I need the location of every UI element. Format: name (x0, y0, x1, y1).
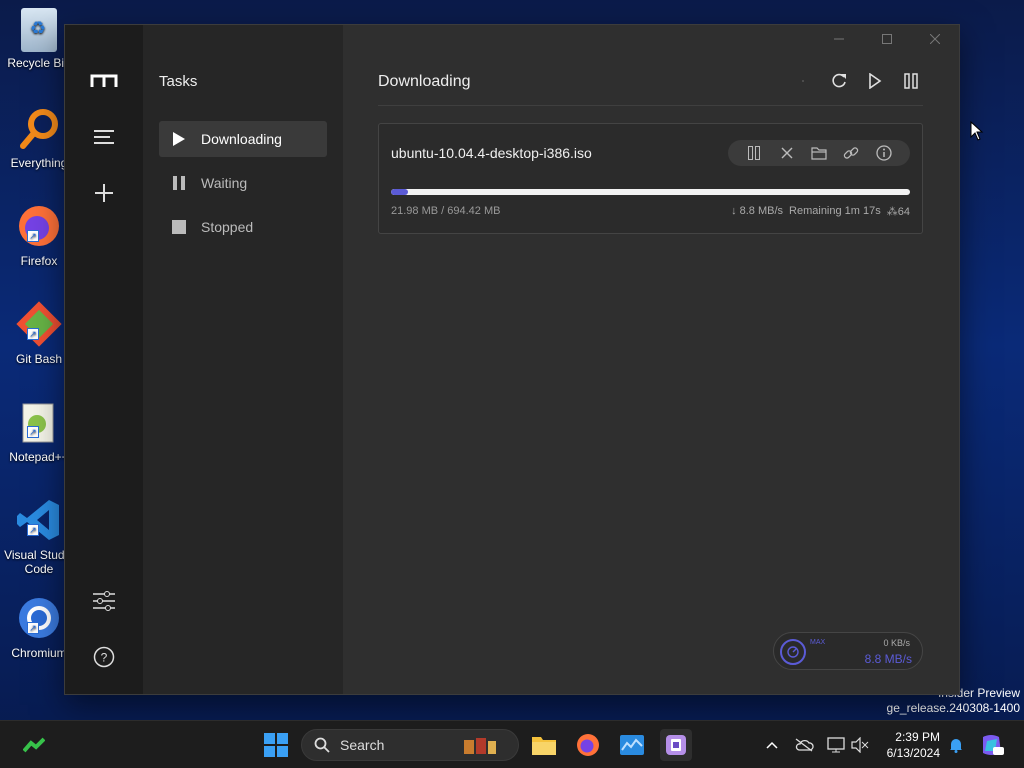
play-icon (869, 73, 882, 89)
copilot-button[interactable] (976, 729, 1008, 761)
speed-meter[interactable]: MAX 0 KB/s 8.8 MB/s (773, 632, 923, 670)
firefox-icon: ↗ (15, 202, 63, 250)
taskbar-clock[interactable]: 2:39 PM 6/13/2024 (887, 729, 940, 761)
speedometer-icon (780, 639, 806, 665)
motrix-window: ? Tasks Downloading Waiting Stopped Down… (64, 24, 960, 695)
sidebar-item-stopped[interactable]: Stopped (159, 209, 327, 245)
header-divider (378, 105, 923, 106)
app-logo (89, 66, 119, 96)
link-icon (844, 147, 859, 159)
help-button[interactable]: ? (89, 642, 119, 672)
taskbar-motrix[interactable] (660, 729, 692, 761)
open-folder-button[interactable] (810, 144, 828, 162)
task-name: ubuntu-10.04.4-desktop-i386.iso (391, 145, 592, 161)
download-speed: ↓ 8.8 MB/s (731, 205, 784, 217)
sidebar-item-waiting[interactable]: Waiting (159, 165, 327, 201)
chevron-up-icon (766, 741, 778, 749)
task-stats: ↓ 8.8 MB/s Remaining 1m 17s ⁂64 (731, 205, 910, 218)
taskbar: Search 2:39 PM 6/13/2024 (0, 720, 1024, 768)
menu-lines-icon (94, 130, 114, 144)
taskbar-file-explorer[interactable] (528, 729, 560, 761)
pause-all-button[interactable] (899, 69, 923, 93)
folder-icon (811, 147, 827, 160)
motrix-app-icon (666, 735, 686, 755)
task-toolbar (728, 140, 910, 166)
svg-text:?: ? (101, 651, 108, 665)
pause-icon (904, 73, 918, 89)
task-progress-fill (391, 189, 408, 195)
pause-task-button[interactable] (745, 144, 763, 162)
connections-icon: ⁂ (886, 206, 898, 218)
dot-icon (802, 80, 804, 82)
copy-link-button[interactable] (842, 144, 860, 162)
main-panel: Downloading ubuntu-10.04.4-desktop-i386.… (343, 25, 959, 694)
volume-button[interactable] (844, 729, 876, 761)
preferences-button[interactable] (89, 586, 119, 616)
add-task-button[interactable] (89, 178, 119, 208)
speaker-muted-icon (851, 737, 869, 753)
copilot-icon (983, 735, 1004, 755)
help-icon: ? (93, 646, 115, 668)
search-icon (314, 737, 330, 753)
pause-icon (171, 175, 187, 191)
stop-icon (171, 219, 187, 235)
task-item[interactable]: ubuntu-10.04.4-desktop-i386.iso 21.98 MB… (378, 123, 923, 234)
list-actions (791, 69, 923, 93)
monitor-icon (827, 737, 845, 753)
app-rail: ? (65, 25, 143, 694)
upload-speed: 0 KB/s (883, 638, 910, 648)
speed-limit-label: MAX (810, 639, 826, 646)
stocks-icon (23, 737, 45, 753)
close-icon (781, 147, 793, 159)
task-list-button[interactable] (89, 122, 119, 152)
windows-icon (264, 733, 288, 757)
show-hidden-icons-button[interactable] (756, 729, 788, 761)
play-icon (171, 131, 187, 147)
folder-icon (532, 737, 556, 755)
plus-icon (95, 184, 113, 202)
connections-count: ⁂64 (886, 206, 910, 218)
vscode-icon: ↗ (15, 496, 63, 544)
sidebar-item-downloading[interactable]: Downloading (159, 121, 327, 157)
task-size: 21.98 MB / 694.42 MB (391, 205, 501, 217)
global-download-speed: 8.8 MB/s (864, 652, 912, 666)
taskbar-search[interactable]: Search (301, 729, 519, 761)
pause-icon (748, 146, 761, 160)
delete-task-button[interactable] (778, 144, 796, 162)
refresh-icon (832, 73, 846, 88)
sidebar-title: Tasks (159, 73, 198, 90)
onedrive-button[interactable] (788, 729, 820, 761)
sliders-icon (93, 591, 115, 611)
task-info-button[interactable] (875, 144, 893, 162)
refresh-button[interactable] (827, 69, 851, 93)
taskbar-app-monitor[interactable] (616, 729, 648, 761)
task-progress-bar (391, 189, 910, 195)
git-bash-icon: ↗ (15, 300, 63, 348)
chromium-icon: ↗ (15, 594, 63, 642)
page-title: Downloading (378, 73, 471, 90)
bell-icon (950, 739, 962, 753)
mouse-cursor (970, 120, 984, 146)
tasks-sidebar: Tasks Downloading Waiting Stopped (143, 25, 343, 694)
notifications-button[interactable] (940, 729, 972, 761)
monitor-chart-icon (620, 735, 644, 755)
cloud-off-icon (795, 738, 814, 752)
resume-all-button[interactable] (863, 69, 887, 93)
notepad-plus-plus-icon: ↗ (15, 398, 63, 446)
search-highlight-icon (460, 734, 510, 761)
remaining-time: Remaining 1m 17s (789, 205, 881, 217)
delete-selected-button[interactable] (791, 69, 815, 93)
taskbar-firefox[interactable] (572, 729, 604, 761)
start-button[interactable] (260, 729, 292, 761)
widgets-button[interactable] (18, 729, 50, 761)
everything-icon (15, 104, 63, 152)
firefox-icon (577, 734, 599, 756)
motrix-logo-icon (90, 74, 118, 87)
info-icon (876, 145, 892, 161)
recycle-bin-icon: ♻ (21, 8, 57, 52)
